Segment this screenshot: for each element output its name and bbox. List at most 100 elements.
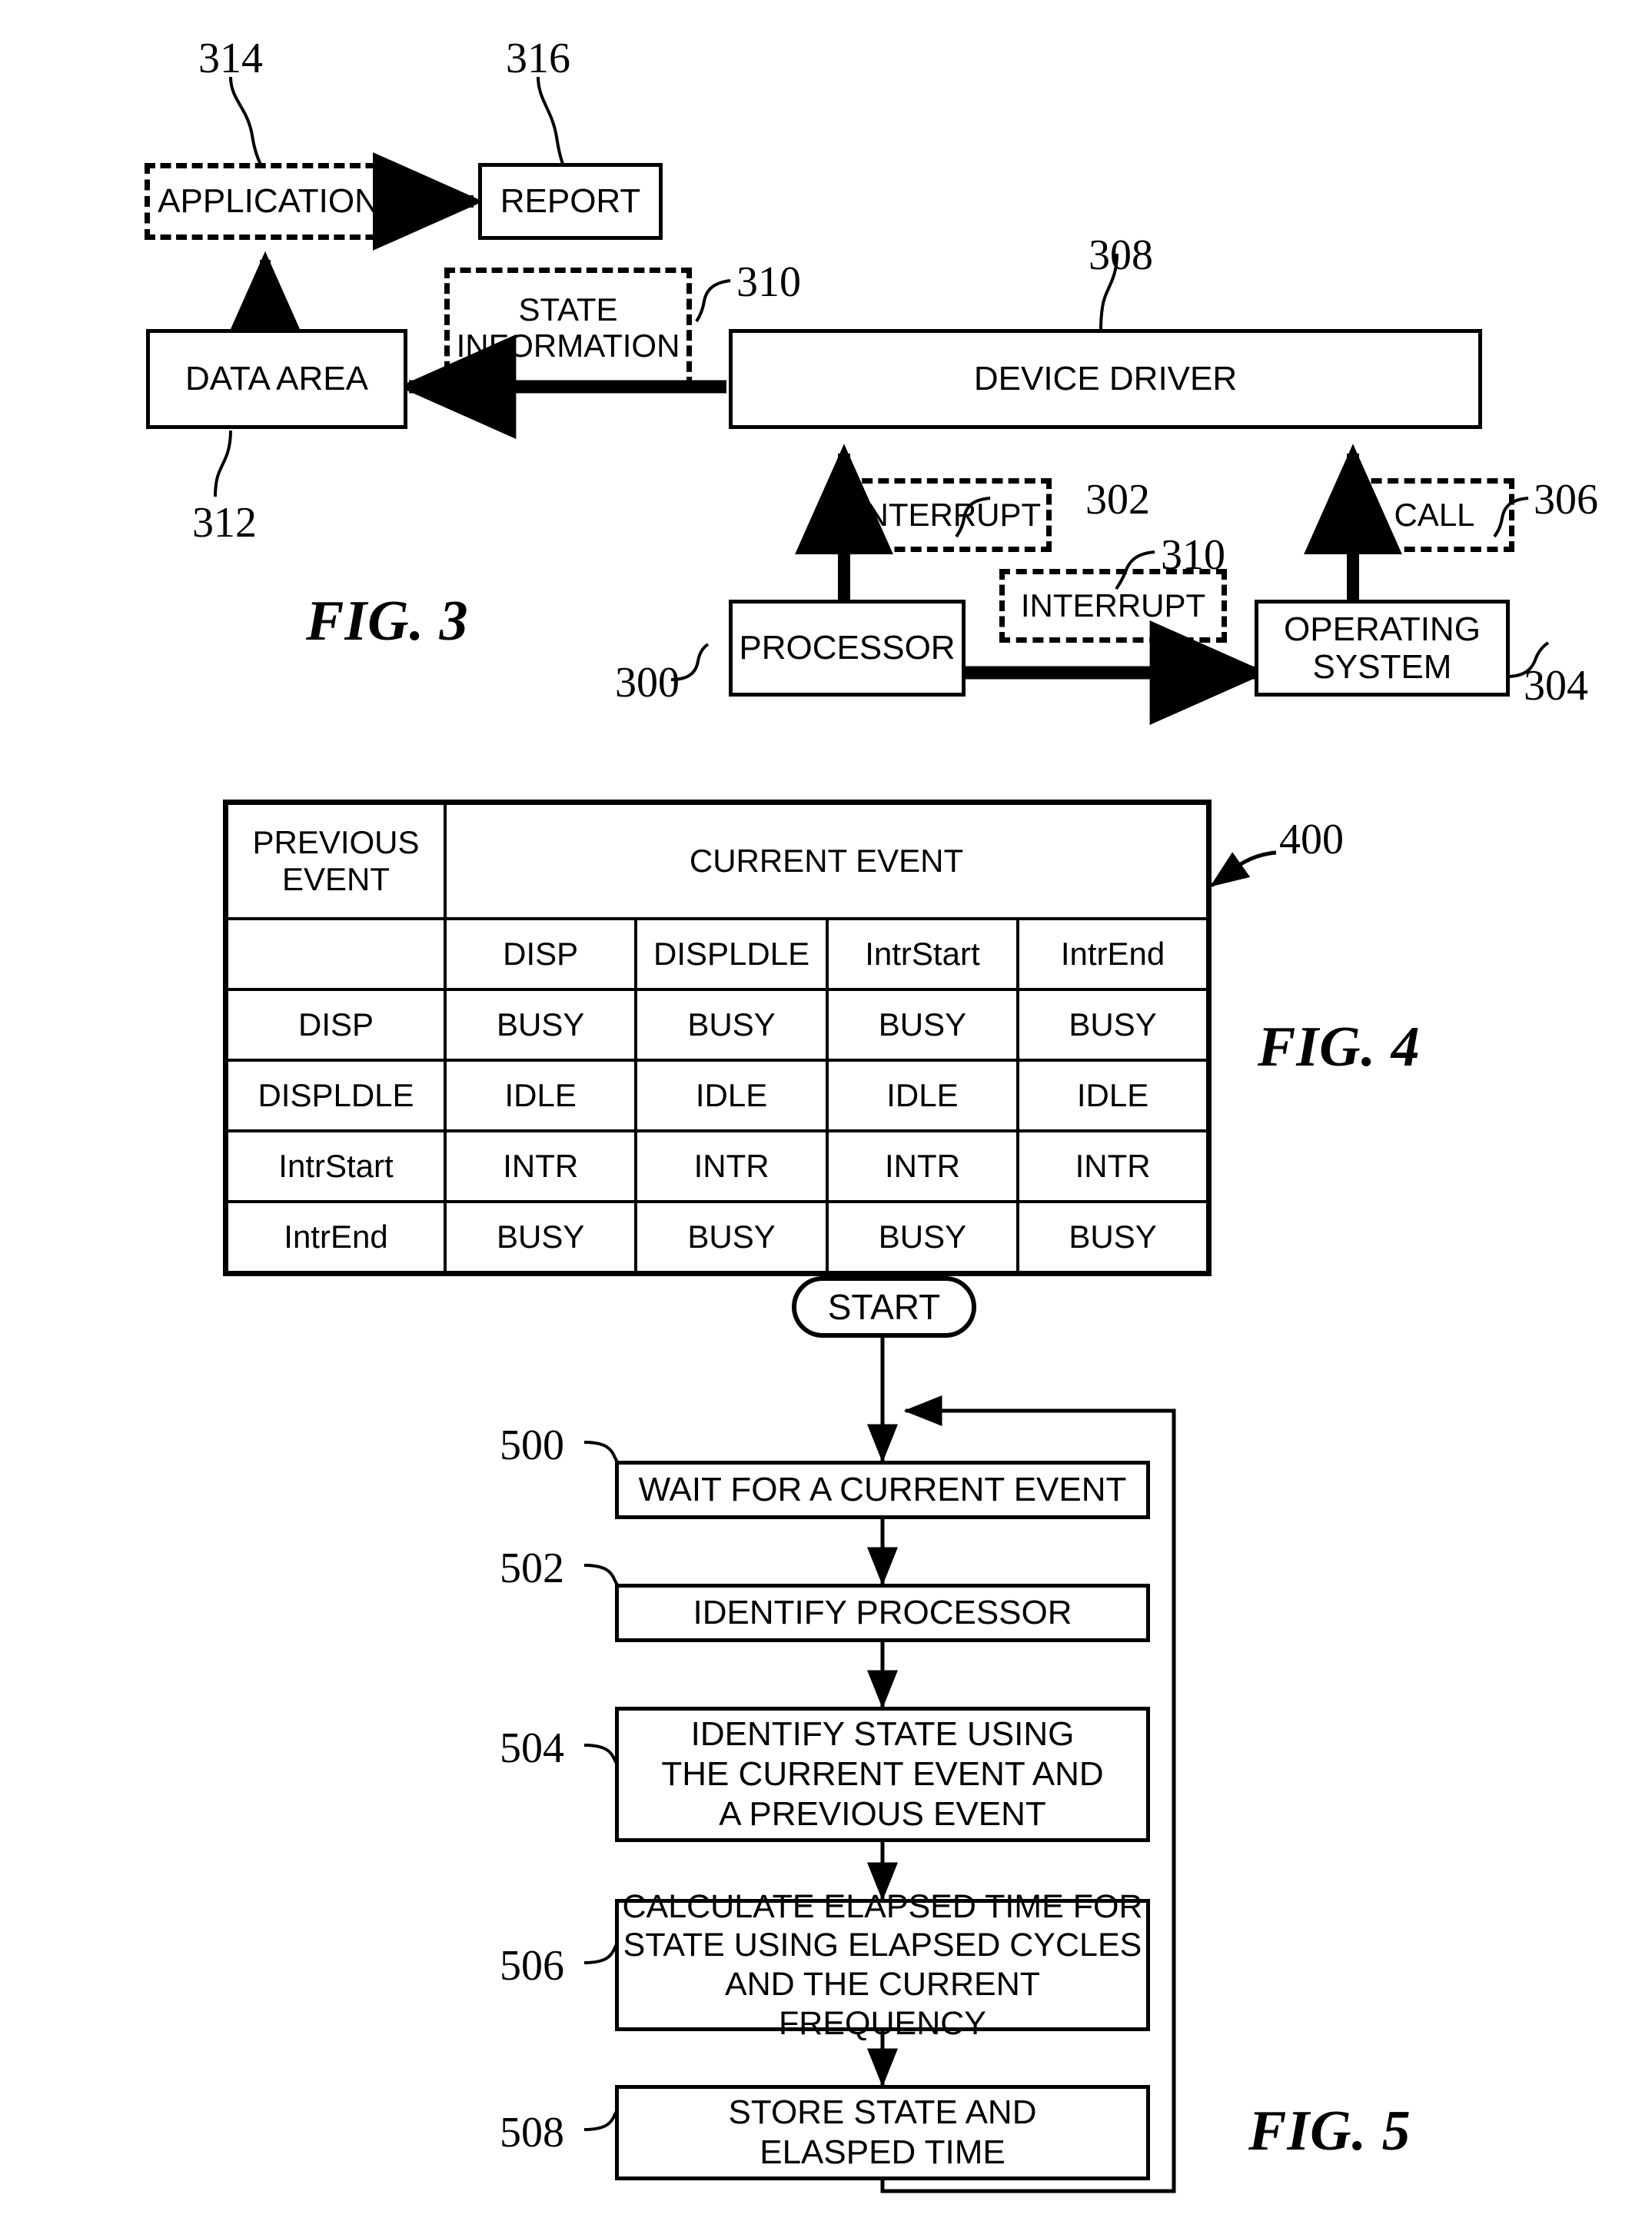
- table-column-header: IntrStart: [825, 917, 1020, 991]
- table-column-header: DISPLDLE: [634, 917, 829, 991]
- patent-drawing-sheet: 314 316 APPLICATION REPORT STATE INFORMA…: [0, 0, 1652, 2218]
- table-corner-header: PREVIOUS EVENT: [223, 800, 447, 920]
- interrupt-to-os-label: INTERRUPT: [1020, 587, 1206, 624]
- table-column-header: DISP: [443, 917, 638, 991]
- interrupt-to-driver-label: INTERRUPT: [856, 497, 1042, 534]
- table-cell: INTR: [634, 1129, 829, 1203]
- operating-system-line-1: OPERATING: [1284, 610, 1481, 648]
- table-cell: INTR: [1016, 1129, 1212, 1203]
- table-column-header: IntrEnd: [1016, 917, 1212, 991]
- figure-caption-4: FIG. 4: [1258, 1016, 1421, 1079]
- state-information-line-1: STATE: [518, 291, 618, 328]
- flow-step-504-line-3: A PREVIOUS EVENT: [719, 1794, 1046, 1833]
- figure-caption-5: FIG. 5: [1248, 2100, 1411, 2163]
- block-application: APPLICATION: [145, 163, 392, 240]
- block-processor: PROCESSOR: [729, 600, 966, 697]
- table-cell: IDLE: [443, 1059, 638, 1132]
- table-span-header: CURRENT EVENT: [444, 800, 1212, 920]
- table-row: DISPLDLE IDLE IDLE IDLE IDLE: [223, 1059, 1212, 1132]
- block-call: CALL: [1355, 478, 1514, 552]
- table-header-row: PREVIOUS EVENT CURRENT EVENT: [223, 800, 1212, 920]
- flow-step-508-line-1: STORE STATE AND: [728, 2093, 1037, 2132]
- leader-316: [537, 76, 565, 167]
- state-information-line-2: INFORMATION: [456, 328, 680, 364]
- ref-400: 400: [1279, 816, 1344, 863]
- block-interrupt-to-driver: INTERRUPT: [846, 478, 1052, 552]
- flow-step-502: IDENTIFY PROCESSOR: [615, 1584, 1150, 1642]
- ref-308: 308: [1089, 231, 1153, 279]
- ref-504: 504: [500, 1724, 564, 1772]
- flow-step-500-label: WAIT FOR A CURRENT EVENT: [638, 1471, 1127, 1509]
- ref-304: 304: [1524, 662, 1588, 710]
- table-row-header: IntrStart: [223, 1129, 447, 1203]
- block-data-area: DATA AREA: [146, 329, 407, 429]
- leader-314: [229, 76, 263, 167]
- table-cell: IDLE: [825, 1059, 1020, 1132]
- block-data-area-label: DATA AREA: [184, 360, 368, 398]
- table-column-header-row: DISP DISPLDLE IntrStart IntrEnd: [223, 917, 1212, 991]
- ref-310-interrupt: 310: [1161, 531, 1225, 579]
- flow-step-504-line-1: IDENTIFY STATE USING: [690, 1715, 1075, 1754]
- call-label: CALL: [1394, 497, 1475, 534]
- flow-step-500: WAIT FOR A CURRENT EVENT: [615, 1461, 1150, 1519]
- ref-506: 506: [500, 1942, 564, 1990]
- leader-312: [214, 430, 232, 497]
- span-header-label: CURRENT EVENT: [689, 842, 964, 879]
- table-cell: IDLE: [1016, 1059, 1212, 1132]
- table-cell: BUSY: [1016, 1200, 1212, 1276]
- table-cell: INTR: [825, 1129, 1020, 1203]
- table-cell: BUSY: [634, 1200, 829, 1276]
- block-interrupt-to-os: INTERRUPT: [999, 569, 1227, 643]
- ref-310-state: 310: [736, 258, 801, 306]
- flow-step-504: IDENTIFY STATE USING THE CURRENT EVENT A…: [615, 1707, 1150, 1842]
- state-transition-table: PREVIOUS EVENT CURRENT EVENT DISP DISPLD…: [223, 800, 1212, 1276]
- table-cell: BUSY: [1016, 988, 1212, 1062]
- table-row-header: IntrEnd: [223, 1200, 447, 1276]
- corner-header-line-1: PREVIOUS: [252, 823, 420, 860]
- ref-316: 316: [506, 35, 570, 82]
- flow-step-508: STORE STATE AND ELASPED TIME: [615, 2085, 1150, 2180]
- flow-start-terminator: START: [792, 1276, 976, 1338]
- block-operating-system: OPERATING SYSTEM: [1255, 600, 1510, 697]
- flow-step-506: CALCULATE ELAPSED TIME FOR STATE USING E…: [615, 1888, 1150, 2042]
- ref-300: 300: [615, 659, 680, 707]
- flow-step-504-line-2: THE CURRENT EVENT AND: [661, 1755, 1104, 1794]
- table-cell: BUSY: [825, 988, 1020, 1062]
- flow-start-label: START: [827, 1287, 941, 1327]
- table-row-header: DISP: [223, 988, 447, 1062]
- flow-step-506-line-3: AND THE CURRENT FREQUENCY: [724, 1966, 1041, 2042]
- block-device-driver-label: DEVICE DRIVER: [973, 360, 1238, 398]
- table-cell: BUSY: [825, 1200, 1020, 1276]
- corner-header-line-2: EVENT: [281, 861, 391, 897]
- block-application-label: APPLICATION: [158, 182, 379, 221]
- flow-step-506-line-1: CALCULATE ELAPSED TIME FOR: [622, 1887, 1143, 1925]
- table-row: DISP BUSY BUSY BUSY BUSY: [223, 988, 1212, 1062]
- ref-312: 312: [192, 499, 257, 547]
- table-cell: BUSY: [443, 1200, 638, 1276]
- leader-400: [1209, 850, 1277, 888]
- table-blank-cell: [223, 917, 447, 991]
- block-processor-label: PROCESSOR: [739, 629, 956, 667]
- flow-step-506-line-2: STATE USING ELAPSED CYCLES: [623, 1927, 1142, 1964]
- ref-500: 500: [500, 1422, 564, 1469]
- table-cell: INTR: [443, 1129, 638, 1203]
- flow-step-508-line-2: ELASPED TIME: [760, 2133, 1005, 2171]
- figure-caption-3: FIG. 3: [306, 590, 469, 653]
- table-row: IntrStart INTR INTR INTR INTR: [223, 1129, 1212, 1203]
- table-cell: BUSY: [634, 988, 829, 1062]
- ref-306: 306: [1534, 476, 1598, 524]
- operating-system-line-2: SYSTEM: [1312, 648, 1452, 686]
- ref-314: 314: [198, 35, 263, 82]
- ref-302: 302: [1085, 476, 1150, 524]
- block-state-information: STATE INFORMATION: [444, 268, 692, 387]
- leader-310-state: [695, 279, 731, 323]
- table-cell: BUSY: [443, 988, 638, 1062]
- block-report: REPORT: [478, 163, 663, 240]
- table-cell: IDLE: [634, 1059, 829, 1132]
- table-row-header: DISPLDLE: [223, 1059, 447, 1132]
- flow-step-502-label: IDENTIFY PROCESSOR: [693, 1594, 1072, 1632]
- table-row: IntrEnd BUSY BUSY BUSY BUSY: [223, 1200, 1212, 1276]
- block-report-label: REPORT: [500, 182, 641, 221]
- block-device-driver: DEVICE DRIVER: [729, 329, 1482, 429]
- ref-508: 508: [500, 2109, 564, 2156]
